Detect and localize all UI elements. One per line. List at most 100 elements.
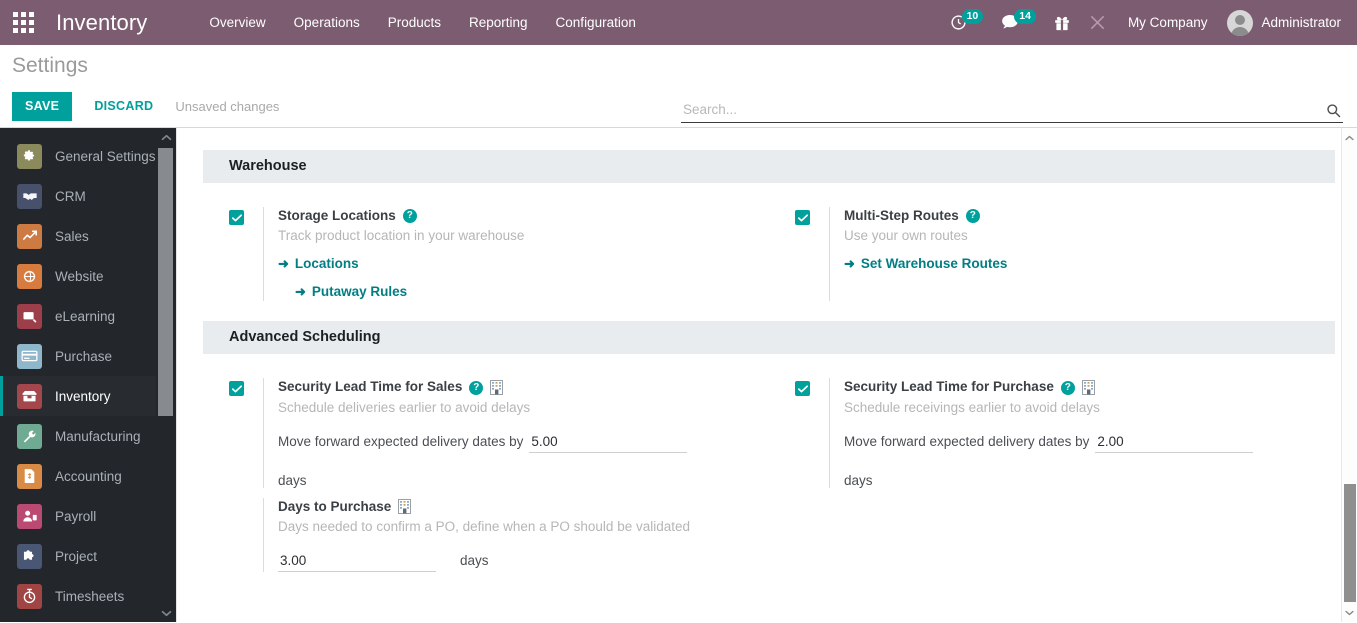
setting-multi-step-routes: Multi-Step Routes ? Use your own routes …	[769, 195, 1335, 305]
sidebar-item-payroll[interactable]: Payroll	[0, 496, 176, 536]
setting-label: Storage Locations	[278, 207, 396, 225]
building-icon	[490, 380, 503, 395]
building-icon	[1082, 380, 1095, 395]
setting-description: Track product location in your warehouse	[278, 227, 747, 245]
setting-description: Schedule receivings earlier to avoid del…	[844, 399, 1313, 417]
activity-menu-button[interactable]: 10	[941, 0, 993, 45]
chevron-down-icon[interactable]	[156, 604, 176, 622]
setting-label-row: Security Lead Time for Purchase ?	[844, 378, 1313, 396]
sidebar-item-label: Timesheets	[55, 589, 124, 604]
question-mark-icon[interactable]: ?	[403, 209, 417, 223]
field-suffix-label: days	[460, 553, 489, 568]
stopwatch-icon	[17, 584, 42, 609]
setting-label-row: Multi-Step Routes ?	[844, 207, 1313, 225]
sidebar-item-inventory[interactable]: Inventory	[0, 376, 176, 416]
field-prefix-label: Move forward expected delivery dates by	[278, 434, 523, 449]
link-label: Putaway Rules	[312, 284, 407, 299]
link-putaway-rules[interactable]: ➜ Putaway Rules	[295, 284, 407, 299]
discard-button[interactable]: DISCARD	[80, 92, 167, 121]
security-lead-time-purchase-checkbox[interactable]	[795, 381, 810, 396]
storage-locations-checkbox[interactable]	[229, 210, 244, 225]
sidebar-item-label: CRM	[55, 189, 86, 204]
sidebar-item-accounting[interactable]: Accounting	[0, 456, 176, 496]
settings-scroll-area: Warehouse Stora	[177, 128, 1357, 622]
days-to-purchase-input[interactable]	[278, 553, 436, 572]
multi-step-routes-checkbox[interactable]	[795, 210, 810, 225]
navbar-systray: 10 14	[941, 0, 1345, 45]
question-mark-icon[interactable]: ?	[1061, 381, 1075, 395]
user-menu[interactable]: Administrator	[1219, 10, 1345, 36]
messaging-counter-badge: 14	[1014, 9, 1036, 24]
sidebar-item-website[interactable]: Website	[0, 256, 176, 296]
sidebar-item-sales[interactable]: Sales	[0, 216, 176, 256]
setting-label-row: Days to Purchase	[278, 498, 747, 516]
sidebar-scrollbar-thumb[interactable]	[158, 148, 173, 416]
arrow-right-icon: ➜	[278, 257, 289, 270]
security-lead-time-sales-field: Move forward expected delivery dates by …	[278, 434, 747, 488]
setting-label: Multi-Step Routes	[844, 207, 959, 225]
graduation-icon	[17, 304, 42, 329]
field-suffix-label: days	[278, 473, 307, 488]
page-scrollbar[interactable]	[1341, 128, 1357, 622]
sidebar-scrollbar[interactable]	[156, 128, 176, 622]
sidebar-item-label: Payroll	[55, 509, 96, 524]
handshake-icon	[17, 184, 42, 209]
setting-days-to-purchase: Days to Purchase	[203, 492, 769, 576]
messaging-menu-button[interactable]: 14	[992, 0, 1045, 45]
security-lead-time-purchase-input[interactable]	[1095, 434, 1253, 453]
section-advanced-scheduling: Advanced Scheduling	[203, 321, 1335, 576]
control-panel: Settings SAVE DISCARD Unsaved changes	[0, 45, 1357, 128]
sidebar-item-elearning[interactable]: eLearning	[0, 296, 176, 336]
menu-item-operations[interactable]: Operations	[280, 0, 374, 45]
globe-icon	[17, 264, 42, 289]
menu-item-products[interactable]: Products	[374, 0, 455, 45]
setting-description: Use your own routes	[844, 227, 1313, 245]
link-set-warehouse-routes[interactable]: ➜ Set Warehouse Routes	[844, 256, 1007, 271]
sidebar-item-project[interactable]: Project	[0, 536, 176, 576]
menu-item-configuration[interactable]: Configuration	[542, 0, 650, 45]
save-button[interactable]: SAVE	[12, 92, 72, 121]
question-mark-icon[interactable]: ?	[966, 209, 980, 223]
security-lead-time-purchase-field: Move forward expected delivery dates by …	[844, 434, 1313, 488]
gift-menu-button[interactable]	[1045, 0, 1079, 45]
sidebar-item-general-settings[interactable]: General Settings	[0, 136, 176, 176]
app-body: General Settings CRM Sales	[0, 128, 1357, 622]
settings-content: Warehouse Stora	[176, 128, 1357, 622]
app-brand-title[interactable]: Inventory	[56, 10, 147, 36]
scroll-down-icon[interactable]	[1342, 605, 1357, 620]
setting-security-lead-time-sales: Security Lead Time for Sales ?	[203, 366, 769, 491]
page-scrollbar-thumb[interactable]	[1344, 484, 1356, 602]
setting-security-lead-time-purchase: Security Lead Time for Purchase ?	[769, 366, 1335, 491]
avatar	[1227, 10, 1253, 36]
menu-item-overview[interactable]: Overview	[195, 0, 279, 45]
section-warehouse: Warehouse Stora	[203, 150, 1335, 305]
unsaved-changes-status: Unsaved changes	[175, 99, 279, 114]
company-switcher[interactable]: My Company	[1116, 0, 1220, 45]
sidebar-item-manufacturing[interactable]: Manufacturing	[0, 416, 176, 456]
debug-menu-button[interactable]	[1079, 0, 1116, 45]
sidebar-item-timesheets[interactable]: Timesheets	[0, 576, 176, 616]
security-lead-time-sales-checkbox[interactable]	[229, 381, 244, 396]
security-lead-time-sales-input[interactable]	[529, 434, 687, 453]
scroll-up-icon[interactable]	[1342, 130, 1357, 145]
sidebar-item-purchase[interactable]: Purchase	[0, 336, 176, 376]
link-label: Set Warehouse Routes	[861, 256, 1008, 271]
chevron-up-icon[interactable]	[156, 128, 176, 146]
setting-description: Schedule deliveries earlier to avoid del…	[278, 399, 747, 417]
sidebar-item-label: General Settings	[55, 149, 156, 164]
arrow-right-icon: ➜	[844, 257, 855, 270]
sidebar-item-label: Inventory	[55, 389, 111, 404]
sidebar-item-label: Manufacturing	[55, 429, 141, 444]
gift-icon	[1054, 14, 1070, 31]
link-locations[interactable]: ➜ Locations	[278, 256, 359, 271]
building-icon	[398, 499, 411, 514]
sidebar-item-crm[interactable]: CRM	[0, 176, 176, 216]
menu-item-reporting[interactable]: Reporting	[455, 0, 542, 45]
search-input[interactable]	[681, 102, 1320, 119]
main-menu: Overview Operations Products Reporting C…	[195, 0, 649, 45]
link-label: Locations	[295, 256, 359, 271]
question-mark-icon[interactable]: ?	[469, 381, 483, 395]
top-navbar: Inventory Overview Operations Products R…	[0, 0, 1357, 45]
search-icon[interactable]	[1320, 103, 1343, 119]
apps-menu-button[interactable]	[0, 0, 46, 45]
